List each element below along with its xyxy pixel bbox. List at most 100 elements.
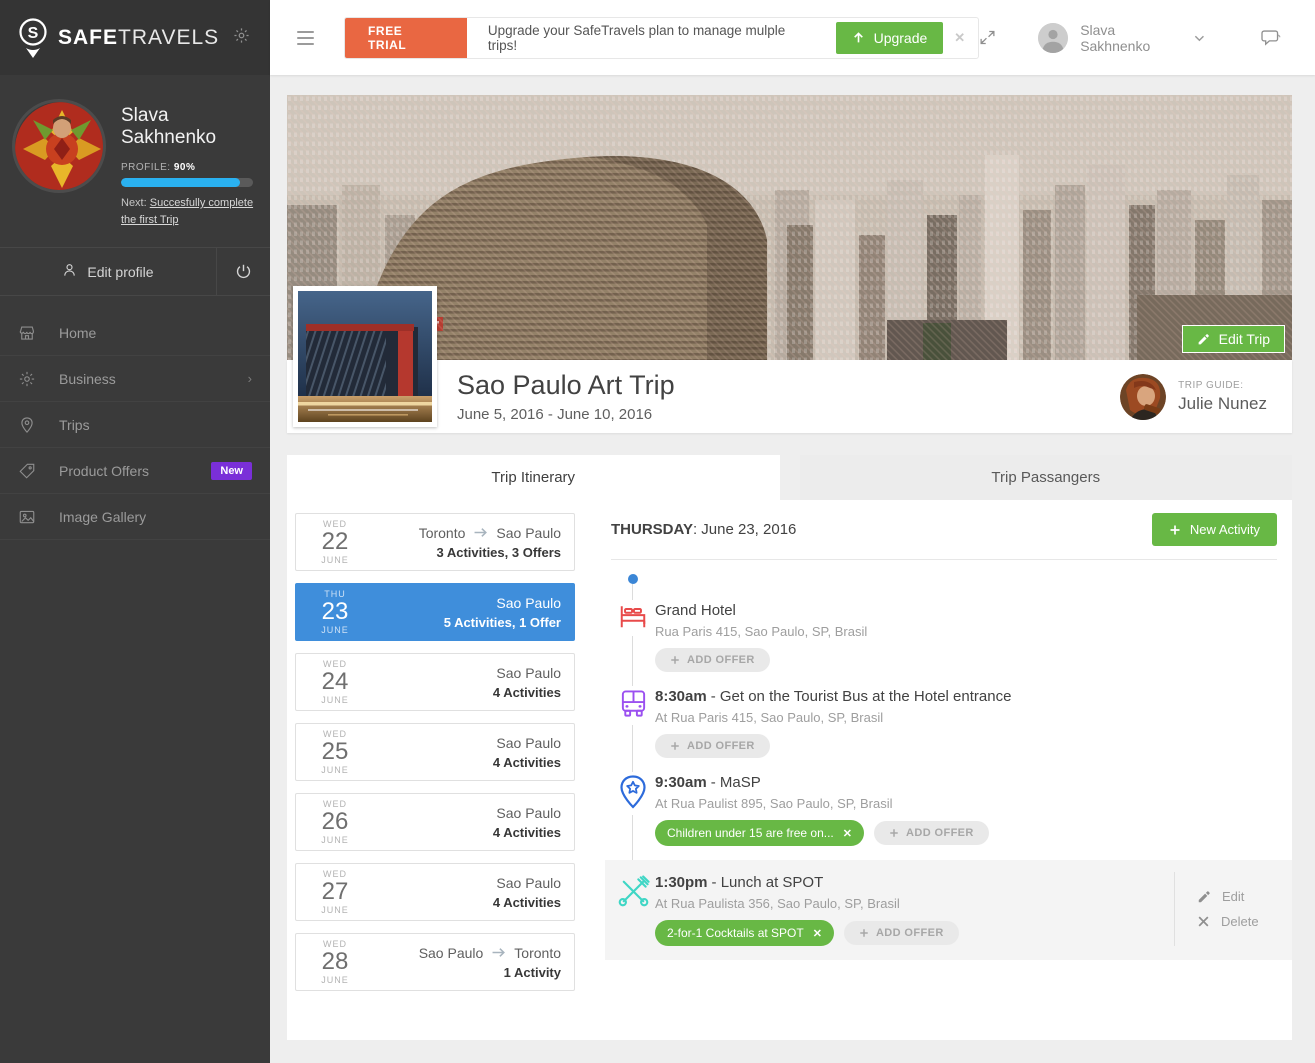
offer-tag: Children under 15 are free on...✕ [655,820,864,846]
route-destination: Sao Paulo [496,735,561,751]
edit-profile-button[interactable]: Edit profile [0,248,217,295]
day-card[interactable]: WED 28 JUNE Sao Paulo Toronto 1 Activity [295,933,575,991]
add-offer-button[interactable]: ADD OFFER [874,821,989,845]
add-offer-button[interactable]: ADD OFFER [655,734,770,758]
activity-time: 8:30am [655,688,707,705]
trial-banner: FREE TRIAL Upgrade your SafeTravels plan… [344,17,979,59]
trip-hero: Edit Trip [287,95,1292,360]
timeline-start-dot [628,574,638,584]
topbar: FREE TRIAL Upgrade your SafeTravels plan… [270,0,1315,75]
offer-tag-remove-icon[interactable]: ✕ [813,927,822,940]
sidebar-header: S SAFETRAVELS [0,0,270,75]
day-month: JUNE [306,905,364,915]
edit-activity-button[interactable]: Edit [1197,889,1292,904]
day-detail: THURSDAY: June 23, 2016 New Activity Gra… [583,500,1292,1040]
edit-trip-button[interactable]: Edit Trip [1182,325,1285,353]
day-list: WED 22 JUNE Toronto Sao Paulo 3 Activiti… [287,500,583,1040]
plus-icon [1169,524,1181,536]
chevron-down-icon [1194,34,1205,42]
sidebar-menu-label: Trips [59,417,90,433]
delete-activity-button[interactable]: Delete [1197,914,1292,929]
add-offer-button[interactable]: ADD OFFER [655,648,770,672]
chat-icon[interactable] [1261,29,1281,47]
route-origin: Sao Paulo [419,945,484,961]
activity-address: At Rua Paulista 356, Sao Paulo, SP, Bras… [655,896,1162,911]
offer-tag-label: 2-for-1 Cocktails at SPOT [667,926,804,940]
tab-trip-passengers[interactable]: Trip Passangers [800,455,1293,500]
pencil-icon [1197,890,1211,904]
content-area: Edit Trip Sao Paulo Art Trip June 5, 201… [270,75,1315,1063]
profile-progress-fill [121,178,240,187]
plus-icon [889,828,899,838]
guide-avatar [1120,374,1166,420]
day-activity-counts: 3 Activities, 3 Offers [364,545,561,560]
hamburger-menu-icon[interactable] [297,31,314,45]
route-destination: Sao Paulo [496,595,561,611]
add-offer-label: ADD OFFER [687,740,755,752]
day-card[interactable]: WED 22 JUNE Toronto Sao Paulo 3 Activiti… [295,513,575,571]
activity-item[interactable]: 8:30am- Get on the Tourist Bus at the Ho… [611,686,1277,758]
day-card[interactable]: THU 23 JUNE Sao Paulo 5 Activities, 1 Of… [295,583,575,641]
sidebar: S SAFETRAVELS [0,0,270,1063]
sidebar-item-home[interactable]: Home [0,310,270,356]
day-card[interactable]: WED 24 JUNE Sao Paulo 4 Activities [295,653,575,711]
sidebar-item-business[interactable]: Business › [0,356,270,402]
activity-item[interactable]: 1:30pm- Lunch at SPOT At Rua Paulista 35… [605,860,1292,960]
route-destination: Sao Paulo [496,525,561,541]
day-month: JUNE [306,765,364,775]
edit-label: Edit [1222,889,1244,904]
activity-title: 1:30pm- Lunch at SPOT [655,874,1162,891]
activity-name: - MaSP [711,774,761,791]
day-card[interactable]: WED 27 JUNE Sao Paulo 4 Activities [295,863,575,921]
new-badge: New [211,462,252,480]
activity-name: - Get on the Tourist Bus at the Hotel en… [711,688,1012,705]
item-actions: Edit Delete [1174,872,1292,946]
itinerary-panel: WED 22 JUNE Toronto Sao Paulo 3 Activiti… [287,500,1292,1040]
offer-tag-remove-icon[interactable]: ✕ [843,827,852,840]
day-activity-counts: 1 Activity [364,965,561,980]
shop-icon [18,324,36,342]
upgrade-button[interactable]: Upgrade [836,22,944,54]
route-destination: Sao Paulo [496,805,561,821]
day-activity-counts: 4 Activities [364,755,561,770]
sidebar-item-product-offers[interactable]: Product Offers New [0,448,270,494]
profile-progress-bar [121,178,253,187]
sidebar-profile: Slava Sakhnenko PROFILE: 90% Next: Succe… [0,75,270,247]
day-card[interactable]: WED 25 JUNE Sao Paulo 4 Activities [295,723,575,781]
day-card[interactable]: WED 26 JUNE Sao Paulo 4 Activities [295,793,575,851]
route-destination: Sao Paulo [496,665,561,681]
topbar-avatar[interactable] [1038,23,1068,53]
progress-value: 90% [174,162,196,173]
person-icon [62,262,77,281]
day-month: JUNE [306,975,364,985]
tour-bus-icon [619,689,648,719]
day-activity-counts: 4 Activities [364,685,561,700]
brand-logo: S SAFETRAVELS [16,17,219,59]
pencil-icon [1197,333,1210,346]
banner-close-icon[interactable]: ✕ [954,30,965,46]
day-number: 24 [306,669,364,694]
activity-item[interactable]: 9:30am- MaSP At Rua Paulist 895, Sao Pau… [611,772,1277,846]
profile-name: Slava Sakhnenko [121,105,261,149]
new-activity-button[interactable]: New Activity [1152,513,1277,546]
activity-name: Grand Hotel [655,602,736,619]
activity-time: 1:30pm [655,874,708,891]
day-number: 25 [306,739,364,764]
fullscreen-expand-icon[interactable] [979,29,996,46]
user-menu[interactable]: Slava Sakhnenko [1080,22,1205,54]
trip-tabs: Trip Itinerary Trip Passangers [287,455,1292,500]
brand-light: TRAVELS [118,26,219,49]
activity-title: 9:30am- MaSP [655,774,1277,791]
tab-trip-itinerary[interactable]: Trip Itinerary [287,455,780,500]
logout-power-icon[interactable] [217,248,270,295]
settings-gear-icon[interactable] [233,27,250,49]
add-offer-button[interactable]: ADD OFFER [844,921,959,945]
activity-item[interactable]: Grand Hotel Rua Paris 415, Sao Paulo, SP… [611,600,1277,672]
profile-next-step: Next: Succesfully complete the first Tri… [121,195,261,229]
route-destination: Toronto [514,945,561,961]
sidebar-item-image-gallery[interactable]: Image Gallery [0,494,270,540]
sidebar-item-trips[interactable]: Trips [0,402,270,448]
activity-time: 9:30am [655,774,707,791]
free-trial-badge: FREE TRIAL [345,18,467,58]
sidebar-menu-label: Product Offers [59,463,149,479]
